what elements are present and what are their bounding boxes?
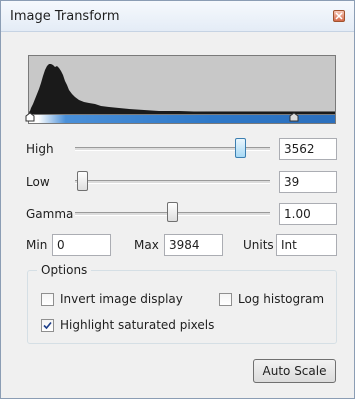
window-title: Image Transform (10, 9, 120, 24)
histogram-area (29, 64, 335, 114)
high-label: High (26, 142, 54, 156)
high-marker[interactable] (289, 112, 299, 122)
low-label: Low (26, 175, 50, 189)
options-title: Options (37, 263, 92, 277)
min-label: Min (26, 238, 48, 252)
check-icon (43, 321, 52, 330)
gamma-value-field[interactable]: 1.00 (279, 203, 337, 225)
options-group (27, 270, 337, 344)
min-value-field[interactable]: 0 (52, 234, 111, 256)
gamma-label: Gamma (26, 207, 74, 221)
low-slider-thumb[interactable] (77, 171, 88, 191)
high-slider-thumb[interactable] (235, 138, 246, 158)
max-value-field[interactable]: 3984 (164, 234, 223, 256)
low-value-field[interactable]: 39 (279, 171, 337, 193)
log-histogram-checkbox[interactable] (219, 293, 232, 306)
low-slider-track[interactable] (75, 180, 270, 184)
invert-checkbox[interactable] (41, 293, 54, 306)
auto-scale-button[interactable]: Auto Scale (253, 359, 336, 383)
invert-label: Invert image display (60, 292, 183, 306)
high-value-field[interactable]: 3562 (279, 138, 337, 160)
log-histogram-label: Log histogram (238, 292, 325, 306)
units-value-field[interactable]: Int (276, 234, 337, 256)
title-bar: Image Transform (1, 1, 354, 32)
max-label: Max (134, 238, 159, 252)
histogram-plot (28, 55, 336, 115)
units-label: Units (243, 238, 274, 252)
highlight-checkbox[interactable] (41, 319, 54, 332)
image-transform-panel: Image Transform High 3562 Low 39 Gamma 1… (0, 0, 355, 399)
low-marker[interactable] (25, 112, 35, 122)
close-icon[interactable] (333, 10, 345, 22)
highlight-label: Highlight saturated pixels (60, 318, 215, 332)
gamma-slider-thumb[interactable] (167, 202, 178, 222)
